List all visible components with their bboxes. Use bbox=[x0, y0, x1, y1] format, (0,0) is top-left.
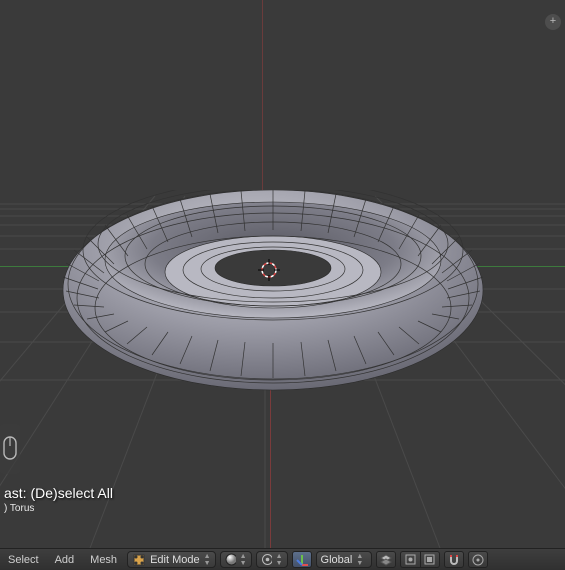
updown-icon: ▲▼ bbox=[204, 553, 211, 567]
snap-target-icon bbox=[471, 553, 485, 567]
axes-icon bbox=[295, 553, 309, 567]
mode-selector[interactable]: Edit Mode ▲▼ bbox=[127, 551, 215, 568]
axis-y-far bbox=[262, 0, 263, 200]
menu-add[interactable]: Add bbox=[49, 552, 81, 568]
pe-all-icon bbox=[423, 553, 436, 566]
sphere-icon bbox=[225, 553, 236, 566]
magnet-icon bbox=[447, 553, 461, 567]
info-overlay: ast: (De)select All ) Torus bbox=[0, 477, 119, 520]
updown-icon: ▲▼ bbox=[356, 553, 363, 567]
manipulator-toggle[interactable] bbox=[292, 551, 312, 568]
proportional-edit-off[interactable] bbox=[400, 551, 420, 568]
updown-icon: ▲▼ bbox=[276, 553, 283, 567]
active-object-label: ) Torus bbox=[4, 503, 113, 514]
updown-icon: ▲▼ bbox=[240, 553, 247, 567]
mesh-torus[interactable] bbox=[58, 190, 488, 410]
viewport-3d[interactable]: + ast: (De)select All ) Torus bbox=[0, 0, 565, 548]
layers-icon bbox=[379, 553, 393, 567]
menu-mesh[interactable]: Mesh bbox=[84, 552, 123, 568]
plus-icon: + bbox=[550, 15, 556, 27]
proportional-edit-all[interactable] bbox=[420, 551, 440, 568]
last-operator-label: ast: (De)select All bbox=[4, 485, 113, 501]
menu-select[interactable]: Select bbox=[2, 552, 45, 568]
orientation-selector[interactable]: Global ▲▼ bbox=[316, 551, 372, 568]
proportional-edit-group bbox=[400, 551, 440, 568]
orientation-label: Global bbox=[321, 554, 353, 566]
properties-panel-toggle[interactable]: + bbox=[545, 14, 561, 30]
mode-label: Edit Mode bbox=[150, 554, 200, 566]
edit-mode-icon bbox=[132, 553, 146, 567]
pivot-selector[interactable]: ▲▼ bbox=[256, 551, 288, 568]
ndof-hint bbox=[0, 424, 20, 474]
snap-toggle[interactable] bbox=[444, 551, 464, 568]
snap-target[interactable] bbox=[468, 551, 488, 568]
mouse-icon bbox=[3, 436, 17, 462]
pe-hidden-icon bbox=[404, 553, 417, 566]
shading-selector[interactable]: ▲▼ bbox=[220, 551, 252, 568]
viewport-header: Select Add Mesh Edit Mode ▲▼ ▲▼ ▲▼ bbox=[0, 548, 565, 570]
pivot-icon bbox=[261, 553, 272, 566]
layers-button[interactable] bbox=[376, 551, 396, 568]
